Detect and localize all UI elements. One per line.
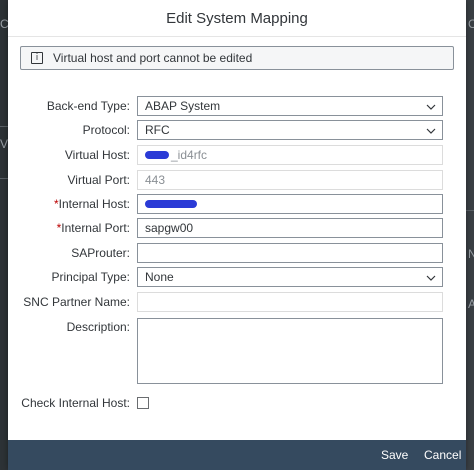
dialog-footer: Save Cancel [8,440,466,470]
protocol-value: RFC [145,123,170,137]
cancel-button[interactable]: Cancel [424,448,461,462]
principal-type-select[interactable]: None [137,267,443,287]
check-internal-host-label: Check Internal Host: [21,396,130,410]
virtual-port-label: Virtual Port: [67,173,130,187]
check-internal-host-checkbox[interactable] [137,397,149,409]
snc-partner-name-field [137,292,443,312]
background-panel [0,0,8,470]
background-divider [0,126,8,127]
virtual-port-field: 443 [137,170,443,190]
info-message-strip: i Virtual host and port cannot be edited [20,46,454,70]
backend-type-label: Back-end Type: [46,99,130,113]
backend-type-value: ABAP System [145,99,221,113]
internal-port-label: *Internal Port: [56,221,130,235]
background-fragment: C [468,17,474,31]
dialog-title: Edit System Mapping [166,9,308,27]
virtual-host-label: Virtual Host: [64,148,130,162]
backend-type-select[interactable]: ABAP System [137,96,443,116]
protocol-select[interactable]: RFC [137,120,443,140]
description-textarea[interactable] [137,318,443,384]
info-message-text: Virtual host and port cannot be edited [53,51,253,65]
redaction-scribble [145,200,197,208]
description-label: Description: [66,320,130,334]
saprouter-input[interactable] [137,243,443,263]
background-fragment: V [0,137,9,151]
virtual-host-value: _id4rfc [171,148,208,162]
background-divider [0,178,8,179]
virtual-port-value: 443 [145,173,166,187]
chevron-down-icon [426,104,436,110]
internal-host-input[interactable] [137,194,443,214]
principal-type-value: None [145,270,174,284]
redaction-scribble [145,151,169,159]
background-fragment: A [468,297,474,311]
chevron-down-icon [426,128,436,134]
internal-port-input[interactable]: sapgw00 [137,218,443,238]
background-divider [466,210,474,211]
virtual-host-field: _id4rfc [137,145,443,165]
saprouter-label: SAProuter: [71,246,130,260]
background-fragment: N [468,247,474,261]
info-icon: i [31,52,43,64]
chevron-down-icon [426,275,436,281]
save-button[interactable]: Save [381,448,408,462]
principal-type-label: Principal Type: [51,270,131,284]
internal-host-label: *Internal Host: [53,197,130,211]
edit-system-mapping-dialog: Edit System Mapping i Virtual host and p… [8,0,466,470]
internal-port-value: sapgw00 [145,221,194,235]
protocol-label: Protocol: [82,123,130,137]
snc-partner-name-label: SNC Partner Name: [23,295,130,309]
dialog-header: Edit System Mapping [8,0,466,37]
